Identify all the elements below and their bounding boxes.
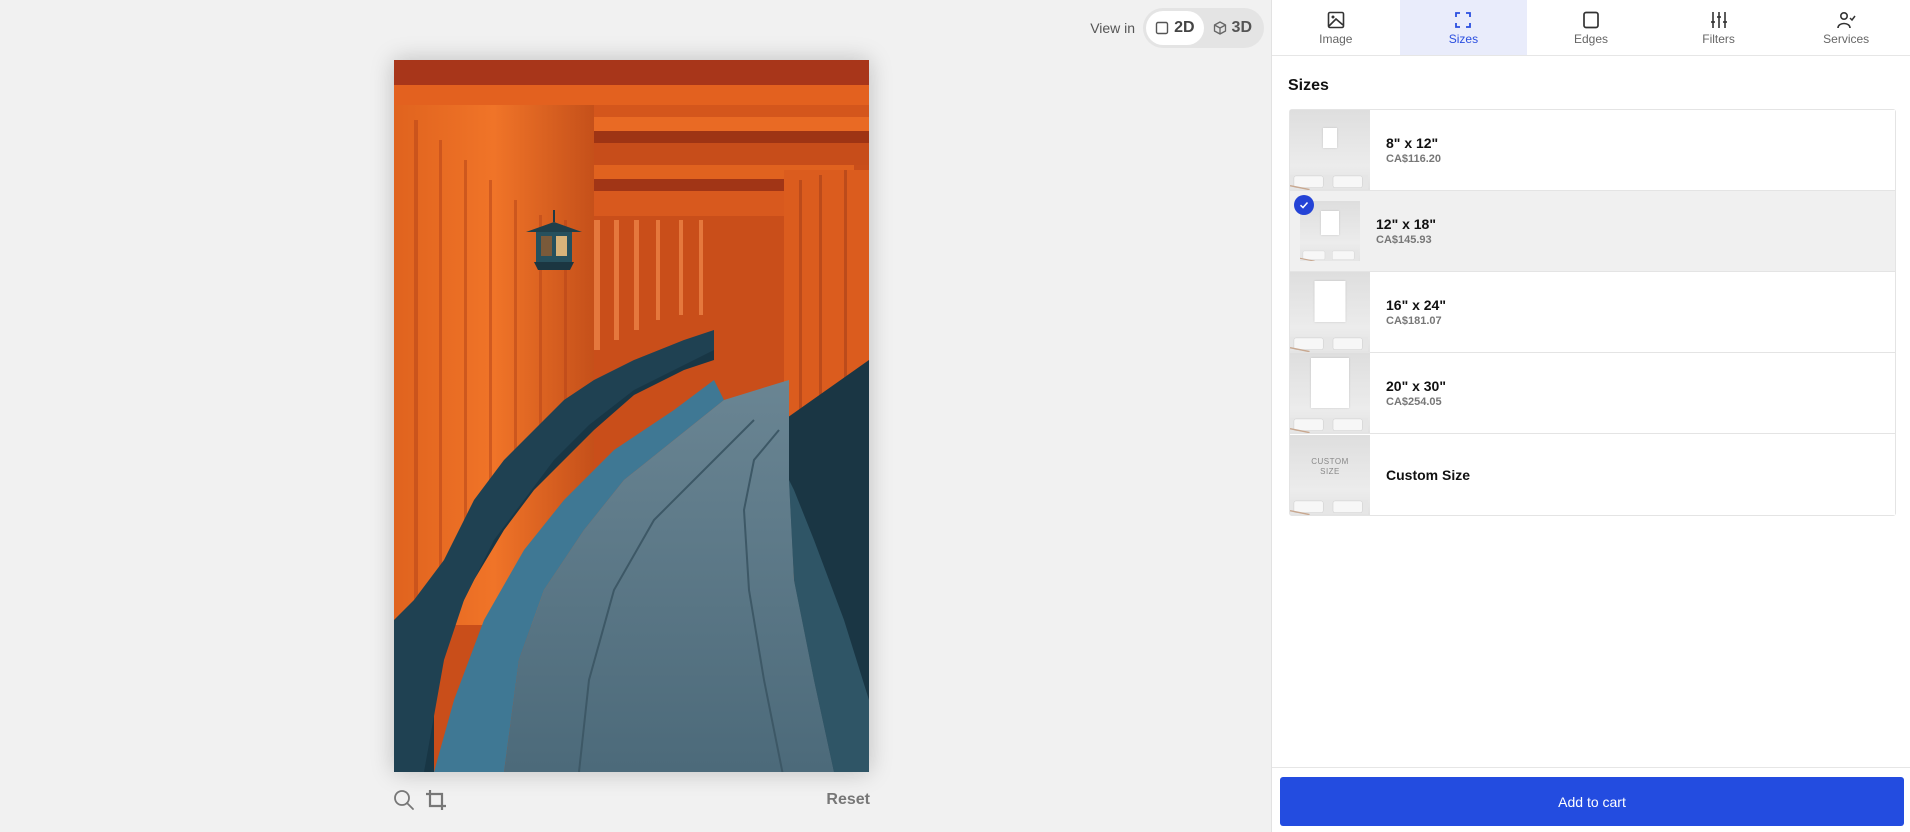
- view-3d-label: 3D: [1231, 19, 1252, 36]
- size-list: 8" x 12" CA$116.20 12" x 18" CA$145.93 1…: [1289, 109, 1896, 516]
- size-thumbnail: CUSTOM SIZE: [1290, 434, 1370, 515]
- view-3d-button[interactable]: 3D: [1204, 11, 1261, 45]
- cube-icon: [1213, 21, 1226, 35]
- tab-sizes[interactable]: Sizes: [1399, 0, 1528, 55]
- view-mode-control: View in 2D 3D: [1090, 8, 1264, 48]
- tab-services[interactable]: Services: [1782, 0, 1910, 55]
- custom-size-thumb-text: CUSTOM SIZE: [1311, 456, 1349, 476]
- square-icon: [1155, 21, 1169, 35]
- size-name: 8" x 12": [1386, 135, 1439, 151]
- tab-sizes-label: Sizes: [1448, 31, 1479, 46]
- preview-canvas: View in 2D 3D Reset: [0, 0, 1271, 832]
- tab-filters[interactable]: Filters: [1655, 0, 1783, 55]
- size-price: CA$181.07: [1386, 315, 1442, 327]
- size-option-16x24[interactable]: 16" x 24" CA$181.07: [1290, 272, 1895, 353]
- size-name: 16" x 24": [1386, 297, 1446, 313]
- add-to-cart-button[interactable]: Add to cart: [1280, 777, 1904, 826]
- reset-button[interactable]: Reset: [826, 791, 870, 809]
- zoom-icon[interactable]: [392, 788, 416, 812]
- size-name: 20" x 30": [1386, 378, 1446, 394]
- crop-icon[interactable]: [424, 788, 448, 812]
- view-2d-button[interactable]: 2D: [1146, 11, 1204, 45]
- tab-edges-label: Edges: [1573, 31, 1608, 46]
- tab-services-label: Services: [1823, 31, 1870, 46]
- size-thumbnail: [1290, 110, 1370, 190]
- filters-icon: [1710, 11, 1727, 28]
- services-icon: [1837, 11, 1856, 28]
- size-price: CA$145.93: [1376, 234, 1432, 246]
- artwork-toolbar: Reset: [392, 788, 870, 812]
- options-tabs: Image Sizes Edges Filters Services: [1272, 0, 1910, 56]
- view-mode-toggle: 2D 3D: [1143, 8, 1264, 48]
- view-2d-label: 2D: [1174, 19, 1195, 36]
- tab-image-label: Image: [1319, 31, 1353, 46]
- sizes-heading: Sizes: [1288, 77, 1329, 94]
- selected-check-icon: [1294, 195, 1314, 215]
- size-name: 12" x 18": [1376, 216, 1436, 232]
- size-price: CA$254.05: [1386, 396, 1442, 408]
- size-thumbnail: [1290, 272, 1370, 352]
- torii-gate-photo: [394, 60, 869, 772]
- options-panel: Image Sizes Edges Filters Services Sizes: [1271, 0, 1910, 832]
- image-icon: [1327, 11, 1345, 28]
- size-option-custom[interactable]: CUSTOM SIZE Custom Size: [1290, 434, 1895, 515]
- size-thumbnail: [1290, 353, 1370, 433]
- size-option-12x18[interactable]: 12" x 18" CA$145.93: [1290, 191, 1895, 272]
- tab-filters-label: Filters: [1702, 31, 1735, 46]
- edges-icon: [1583, 11, 1599, 28]
- tab-edges[interactable]: Edges: [1527, 0, 1655, 55]
- size-option-20x30[interactable]: 20" x 30" CA$254.05: [1290, 353, 1895, 434]
- size-option-8x12[interactable]: 8" x 12" CA$116.20: [1290, 110, 1895, 191]
- panel-footer: Add to cart: [1272, 767, 1910, 832]
- size-name: Custom Size: [1386, 466, 1471, 483]
- size-price: CA$116.20: [1386, 153, 1442, 165]
- view-in-label: View in: [1090, 20, 1136, 36]
- tab-image[interactable]: Image: [1272, 0, 1400, 55]
- artwork-preview[interactable]: [394, 60, 869, 772]
- sizes-icon: [1455, 11, 1472, 28]
